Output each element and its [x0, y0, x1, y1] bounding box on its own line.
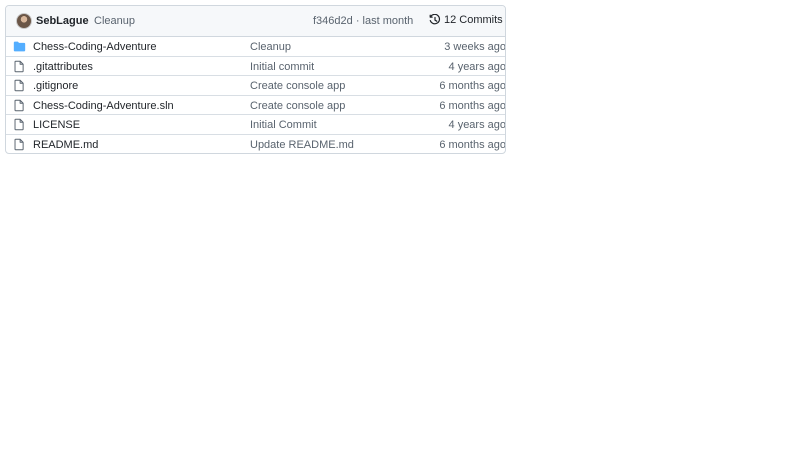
file-row[interactable]: .gitattributes Initial commit 4 years ago	[6, 57, 506, 76]
history-icon	[429, 14, 441, 26]
file-list: Chess-Coding-Adventure Cleanup 3 weeks ago…	[6, 37, 506, 154]
file-commit-message-link[interactable]: Update README.md	[250, 139, 354, 151]
file-icon	[13, 99, 25, 112]
file-commit-message-link[interactable]: Create console app	[250, 80, 345, 92]
file-row[interactable]: Chess-Coding-Adventure.sln Create console…	[6, 96, 506, 115]
file-row[interactable]: Chess-Coding-Adventure Cleanup 3 weeks ago	[6, 37, 505, 57]
commits-count-label: 12 Commits	[444, 14, 503, 26]
file-row[interactable]: README.md Update README.md 6 months ago	[6, 135, 506, 154]
file-commit-message-link[interactable]: Initial commit	[250, 61, 314, 73]
file-commit-age: 6 months ago	[439, 80, 506, 92]
file-browser: SebLague Cleanup f346d2d · last month 12…	[5, 5, 506, 154]
file-commit-age: 6 months ago	[439, 138, 506, 151]
file-icon	[13, 138, 25, 151]
folder-icon	[13, 40, 26, 53]
commit-hash-time[interactable]: f346d2d · last month	[313, 15, 413, 27]
file-commit-message-link[interactable]: Create console app	[250, 100, 345, 112]
file-icon	[13, 79, 25, 92]
latest-commit-bar: SebLague Cleanup f346d2d · last month 12…	[6, 6, 505, 37]
file-name-link[interactable]: Chess-Coding-Adventure.sln	[33, 100, 174, 112]
file-commit-message-link[interactable]: Cleanup	[250, 41, 291, 53]
commit-message-link[interactable]: Cleanup	[94, 15, 135, 27]
file-name-link[interactable]: README.md	[33, 139, 98, 151]
file-commit-age: 4 years ago	[448, 60, 506, 73]
file-name-link[interactable]: Chess-Coding-Adventure	[33, 41, 157, 53]
file-row[interactable]: .gitignore Create console app 6 months ago	[6, 76, 505, 96]
file-commit-age: 6 months ago	[439, 99, 506, 112]
commit-author-link[interactable]: SebLague	[36, 15, 89, 27]
file-commit-age: 3 weeks ago	[444, 41, 506, 53]
commits-history-link[interactable]: 12 Commits	[429, 14, 503, 26]
author-avatar[interactable]	[16, 13, 32, 29]
file-row[interactable]: LICENSE Initial Commit 4 years ago	[6, 115, 505, 135]
file-name-link[interactable]: .gitignore	[33, 80, 78, 92]
file-icon	[13, 60, 25, 73]
file-commit-message-link[interactable]: Initial Commit	[250, 119, 317, 131]
file-icon	[13, 118, 25, 131]
file-commit-age: 4 years ago	[448, 119, 506, 131]
file-name-link[interactable]: .gitattributes	[33, 61, 93, 73]
file-name-link[interactable]: LICENSE	[33, 119, 80, 131]
